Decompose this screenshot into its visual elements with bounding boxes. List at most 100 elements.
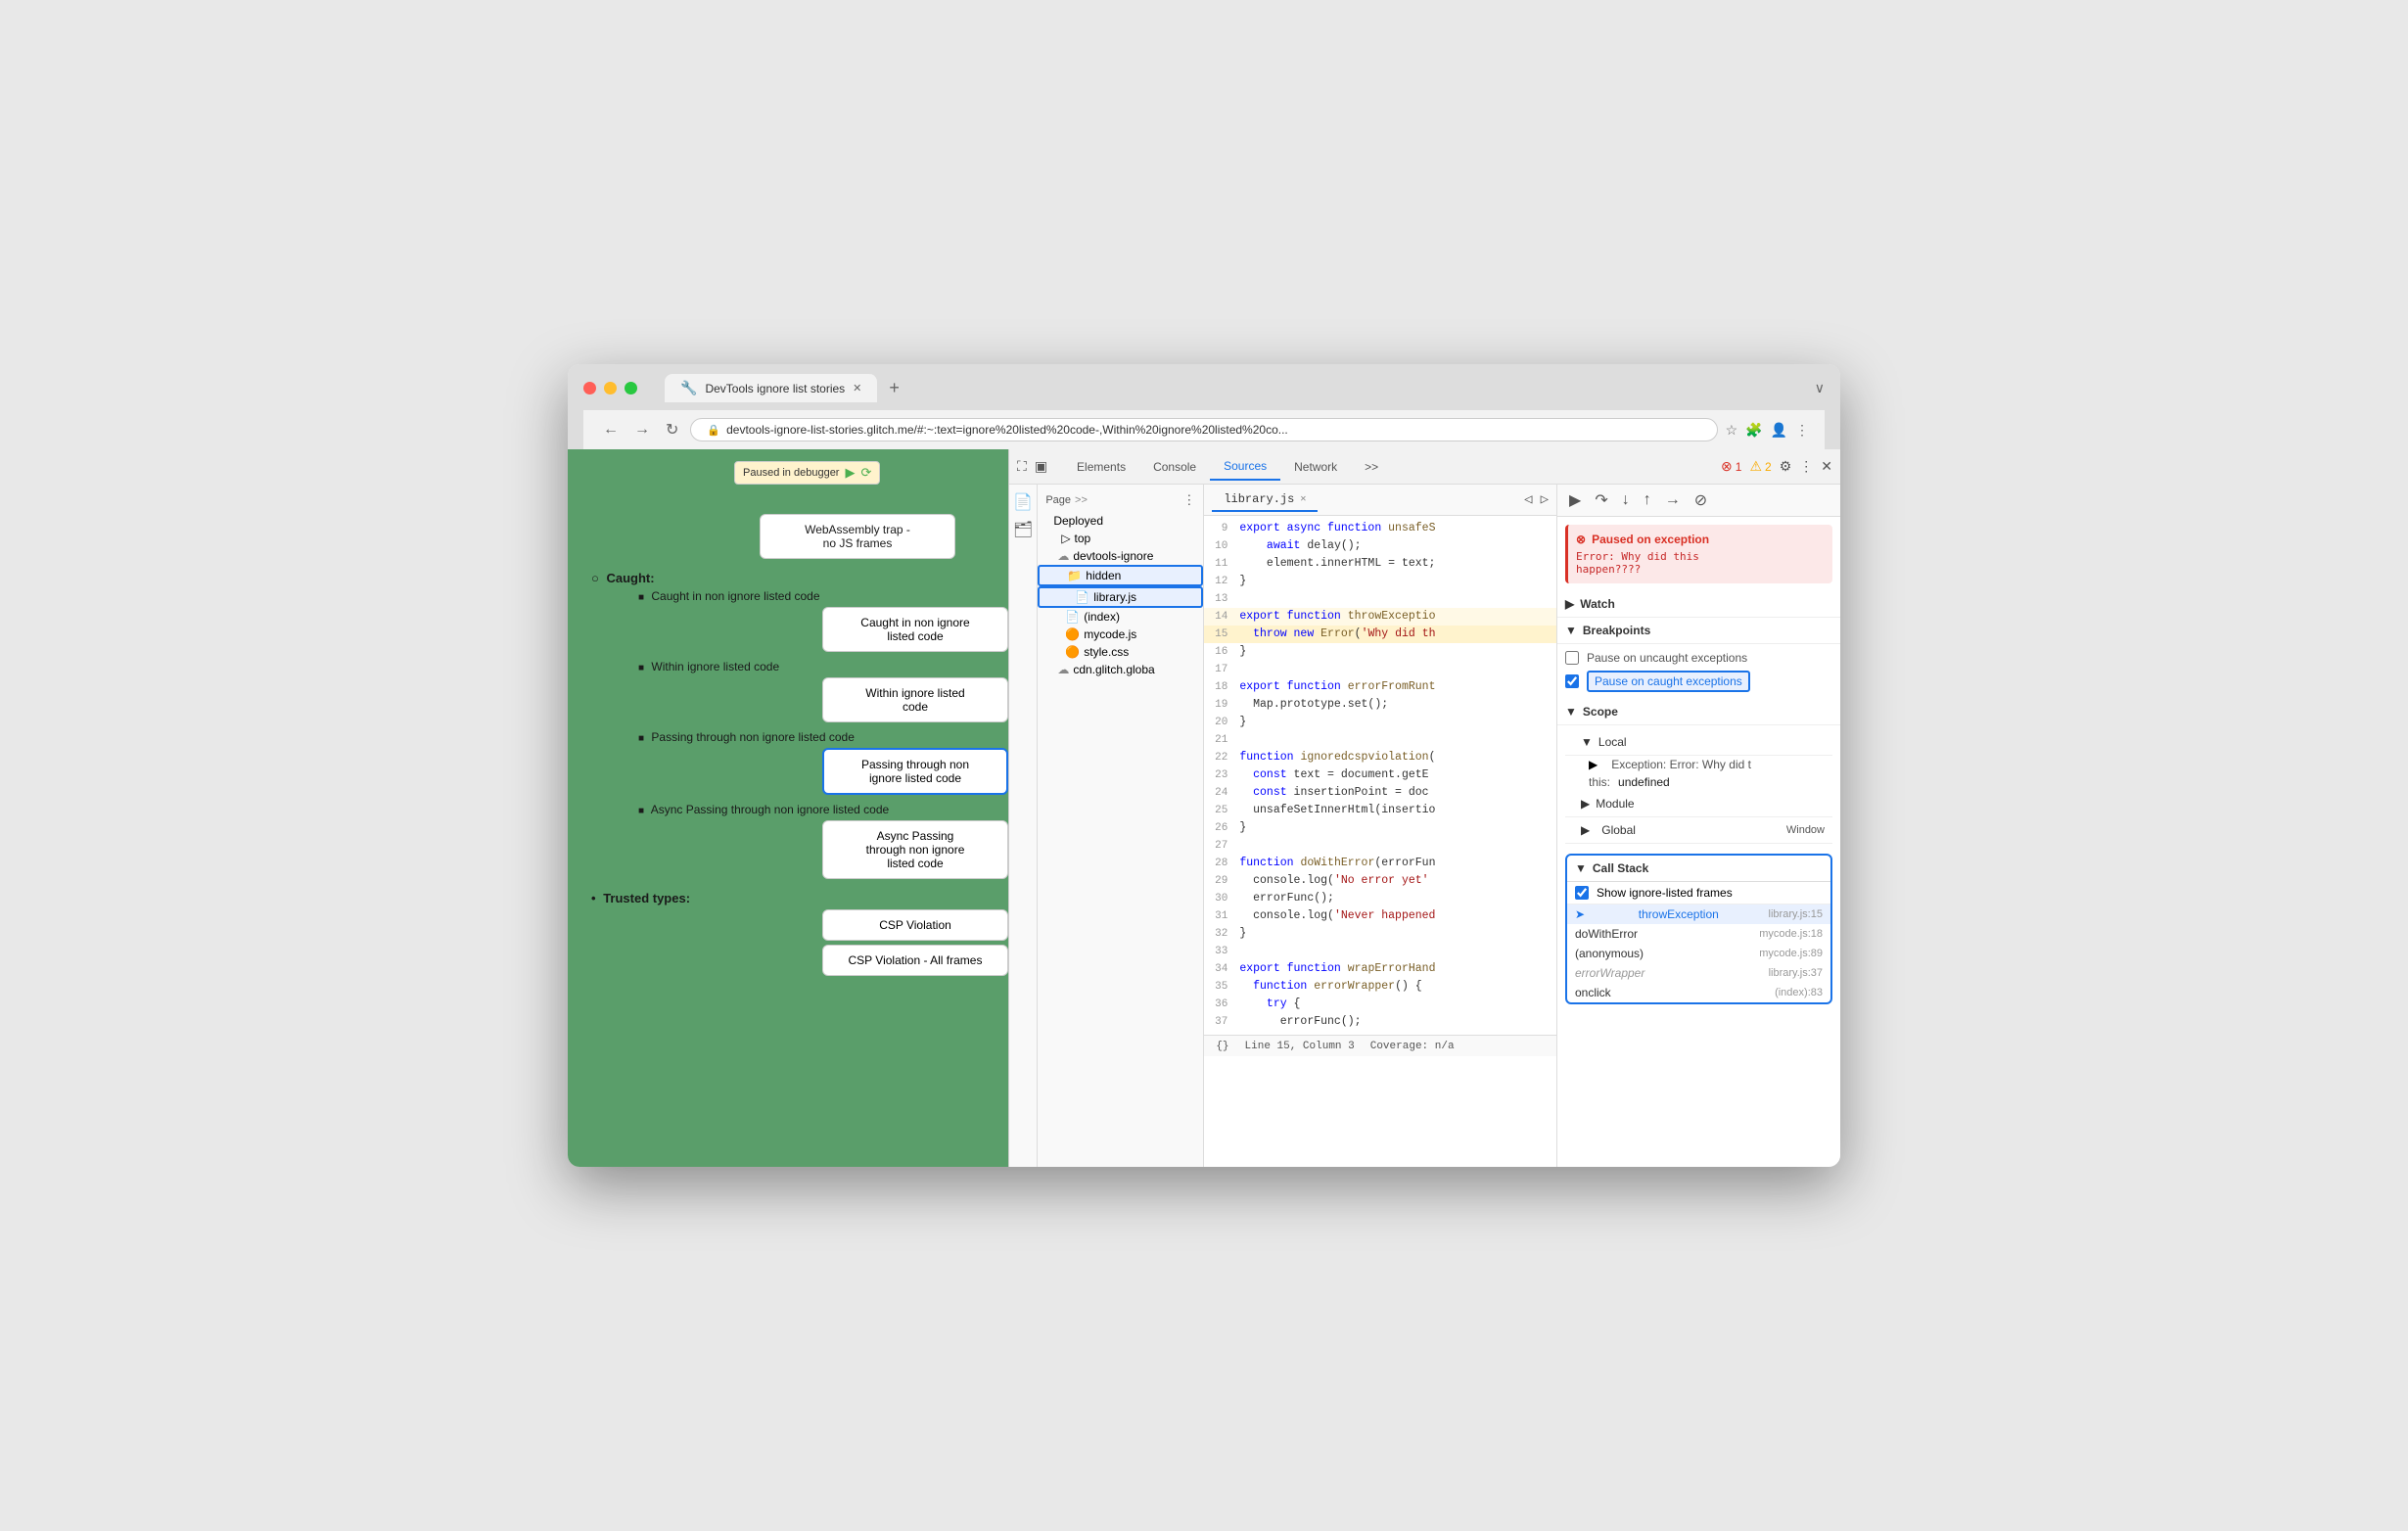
call-stack-item-3[interactable]: errorWrapper library.js:37 [1567, 963, 1830, 983]
play-icon[interactable]: ▶ [845, 465, 855, 481]
active-code-tab[interactable]: library.js ✕ [1212, 488, 1318, 512]
minimize-traffic-light[interactable] [604, 382, 617, 394]
statusbar-coverage: Coverage: n/a [1370, 1041, 1455, 1052]
cs-loc-2: mycode.js:89 [1759, 948, 1823, 959]
maximize-traffic-light[interactable] [625, 382, 637, 394]
call-stack-toggle-icon: ▼ [1575, 861, 1587, 875]
reload-button[interactable]: ↻ [662, 416, 682, 443]
tab-close-button[interactable]: ✕ [853, 382, 861, 394]
close-traffic-light[interactable] [583, 382, 596, 394]
async-button[interactable]: Async Passingthrough non ignorelisted co… [822, 820, 1008, 879]
async-label: Async Passing through non ignore listed … [638, 803, 993, 816]
browser-tab[interactable]: 🔧 DevTools ignore list stories ✕ [665, 374, 877, 402]
file-tree-menu-icon[interactable]: ⋮ [1182, 492, 1195, 508]
index-item[interactable]: 📄 (index) [1038, 608, 1203, 626]
step-into-button[interactable]: ↓ [1618, 489, 1634, 511]
sources-page-icon[interactable]: 📄 [1013, 492, 1033, 512]
within-ignore-label: Within ignore listed code [638, 660, 993, 673]
line-num-28: 28 [1204, 855, 1239, 872]
deactivate-button[interactable]: ⊘ [1690, 488, 1711, 512]
devtools-inspect-icon[interactable]: ⛶ [1017, 458, 1027, 475]
call-stack-item-1[interactable]: doWithError mycode.js:18 [1567, 924, 1830, 944]
tab-more[interactable]: >> [1351, 454, 1392, 480]
global-scope-header[interactable]: ▶ Global Window [1565, 817, 1832, 844]
exception-scope-key: Exception: Error: Why did t [1611, 758, 1751, 771]
line-text-35: function errorWrapper() { [1239, 978, 1421, 996]
code-line-28: 28 function doWithError(errorFun [1204, 855, 1556, 872]
line-num-22: 22 [1204, 749, 1239, 766]
bookmark-icon[interactable]: ☆ [1726, 422, 1738, 439]
line-text-12: } [1239, 573, 1246, 590]
step-button[interactable]: → [1661, 489, 1685, 511]
csp-all-button[interactable]: CSP Violation - All frames [822, 945, 1008, 976]
tab-elements[interactable]: Elements [1063, 454, 1139, 480]
caught-section-label: Caught: [591, 571, 993, 585]
address-bar-row: ← → ↻ 🔒 devtools-ignore-list-stories.gli… [583, 410, 1825, 449]
sources-filesystem-icon[interactable]: 🗂 [1013, 520, 1033, 539]
line-text-30: errorFunc(); [1239, 890, 1334, 907]
step-icon[interactable]: ⟳ [860, 465, 871, 481]
module-scope-header[interactable]: ▶ Module [1565, 791, 1832, 817]
tab-bar: 🔧 DevTools ignore list stories ✕ + [665, 374, 907, 402]
passing-button[interactable]: Passing through nonignore listed code [822, 748, 1008, 795]
settings-icon[interactable]: ⚙ [1780, 458, 1792, 475]
style-icon: 🟠 [1065, 645, 1080, 659]
local-scope-header[interactable]: ▼ Local [1565, 729, 1832, 756]
more-icon[interactable]: ⋮ [1795, 422, 1809, 439]
step-out-button[interactable]: ↑ [1640, 489, 1655, 511]
window-menu-icon[interactable]: ∨ [1815, 380, 1825, 396]
step-over-button[interactable]: ↷ [1591, 488, 1611, 512]
csp-button[interactable]: CSP Violation [822, 909, 1008, 941]
page-more-icon[interactable]: >> [1075, 494, 1088, 506]
call-stack-item-4[interactable]: onclick (index):83 [1567, 983, 1830, 1002]
tab-network[interactable]: Network [1280, 454, 1351, 480]
navigate-forward-icon[interactable]: ▷ [1541, 491, 1549, 508]
back-button[interactable]: ← [599, 417, 623, 442]
tab-console[interactable]: Console [1139, 454, 1210, 480]
within-ignore-button[interactable]: Within ignore listedcode [822, 677, 1008, 722]
close-devtools-icon[interactable]: ✕ [1821, 458, 1832, 475]
show-ignored-checkbox[interactable] [1575, 886, 1589, 900]
forward-button[interactable]: → [630, 417, 654, 442]
active-file-label: library.js [1224, 492, 1294, 506]
devtools-device-icon[interactable]: ▣ [1035, 458, 1047, 475]
call-stack-header[interactable]: ▼ Call Stack [1567, 856, 1830, 882]
pause-caught-checkbox[interactable] [1565, 674, 1579, 688]
resume-button[interactable]: ▶ [1565, 488, 1585, 512]
call-stack-item-2[interactable]: (anonymous) mycode.js:89 [1567, 944, 1830, 963]
exception-toggle-icon: ▶ [1589, 758, 1598, 771]
hidden-folder-item[interactable]: 📁 hidden [1038, 565, 1203, 586]
profile-icon[interactable]: 👤 [1771, 422, 1787, 439]
library-js-item[interactable]: 📄 library.js [1038, 586, 1203, 608]
navigate-back-icon[interactable]: ◁ [1524, 491, 1532, 508]
format-icon[interactable]: {} [1216, 1041, 1228, 1052]
scope-section-header[interactable]: ▼ Scope [1557, 699, 1840, 725]
watch-section-header[interactable]: ▶ Watch [1557, 591, 1840, 618]
line-text-25: unsafeSetInnerHtml(insertio [1239, 802, 1435, 819]
line-text-10: await delay(); [1239, 537, 1361, 555]
call-stack-item-0[interactable]: ➤ throwException library.js:15 [1567, 905, 1830, 924]
line-text-11: element.innerHTML = text; [1239, 555, 1435, 573]
code-line-10: 10 await delay(); [1204, 537, 1556, 555]
breakpoints-section-header[interactable]: ▼ Breakpoints [1557, 618, 1840, 644]
line-num-25: 25 [1204, 802, 1239, 819]
top-item[interactable]: ▷ top [1038, 530, 1203, 547]
more-menu-icon[interactable]: ⋮ [1799, 458, 1813, 475]
cdn-item[interactable]: ☁ cdn.glitch.globa [1038, 661, 1203, 678]
passing-label: Passing through non ignore listed code [638, 730, 993, 744]
page-label[interactable]: Page [1045, 494, 1071, 506]
pause-uncaught-checkbox[interactable] [1565, 651, 1579, 665]
tab-sources[interactable]: Sources [1210, 453, 1280, 481]
deployed-item[interactable]: Deployed [1038, 512, 1203, 530]
new-tab-button[interactable]: + [881, 374, 907, 402]
address-bar[interactable]: 🔒 devtools-ignore-list-stories.glitch.me… [690, 418, 1717, 441]
extension-icon[interactable]: 🧩 [1745, 422, 1762, 439]
line-num-21: 21 [1204, 731, 1239, 749]
devtools-ignore-item[interactable]: ☁ devtools-ignore [1038, 547, 1203, 565]
caught-non-ignore-button[interactable]: Caught in non ignorelisted code [822, 607, 1008, 652]
style-item[interactable]: 🟠 style.css [1038, 643, 1203, 661]
code-line-26: 26 } [1204, 819, 1556, 837]
line-text-18: export function errorFromRunt [1239, 678, 1435, 696]
tab-close-icon[interactable]: ✕ [1300, 493, 1306, 505]
mycode-item[interactable]: 🟠 mycode.js [1038, 626, 1203, 643]
